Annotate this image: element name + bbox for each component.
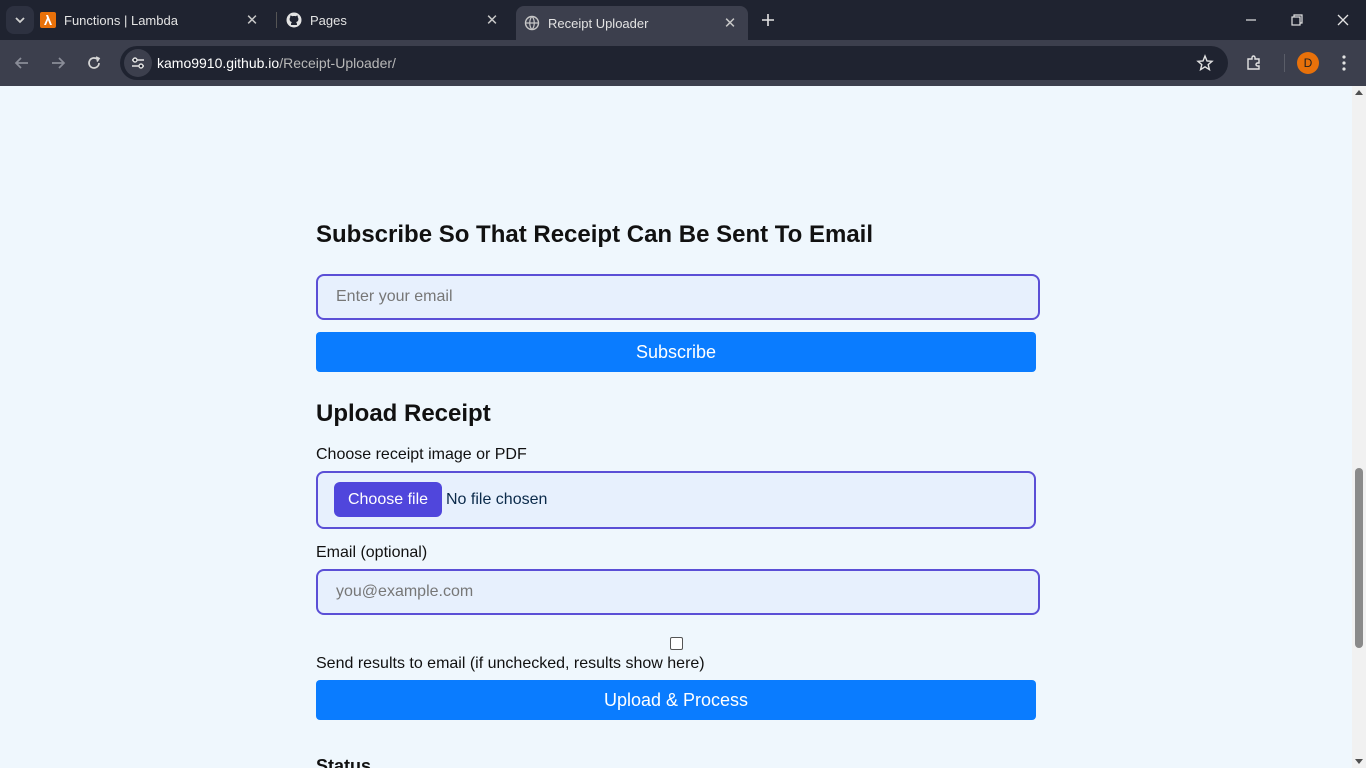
url-host: kamo9910.github.io <box>157 55 280 71</box>
tab-title: Pages <box>310 12 347 28</box>
browser-toolbar: kamo9910.github.io/Receipt-Uploader/ D <box>0 40 1366 86</box>
restore-icon <box>1291 14 1303 26</box>
extensions-icon[interactable] <box>1242 51 1266 75</box>
minimize-button[interactable] <box>1228 0 1274 40</box>
url-path: /Receipt-Uploader/ <box>279 55 396 71</box>
profile-avatar[interactable]: D <box>1297 52 1319 74</box>
restore-button[interactable] <box>1274 0 1320 40</box>
scroll-down-arrow-icon[interactable] <box>1355 759 1363 764</box>
file-input[interactable]: Choose file No file chosen <box>316 471 1036 529</box>
tab-search-button[interactable] <box>6 6 34 34</box>
tab-receipt-uploader[interactable]: Receipt Uploader ✕ <box>516 6 748 40</box>
tab-title: Receipt Uploader <box>548 15 649 31</box>
scroll-thumb[interactable] <box>1355 468 1363 648</box>
tab-strip: Functions | Lambda ✕ Pages ✕ Receipt Upl… <box>0 0 1366 40</box>
plus-icon <box>762 14 774 26</box>
forward-button[interactable] <box>44 49 72 77</box>
upload-heading: Upload Receipt <box>316 400 491 427</box>
no-file-text: No file chosen <box>446 491 548 508</box>
arrow-right-icon <box>52 57 66 69</box>
url-text: kamo9910.github.io/Receipt-Uploader/ <box>157 55 396 71</box>
tune-icon <box>132 57 144 69</box>
reload-icon <box>88 56 101 69</box>
close-icon <box>1337 14 1349 26</box>
status-heading: Status <box>316 756 372 768</box>
close-tab-icon[interactable]: ✕ <box>484 12 500 29</box>
subscribe-heading: Subscribe So That Receipt Can Be Sent To… <box>316 221 874 248</box>
upload-process-button[interactable]: Upload & Process <box>316 680 1036 720</box>
arrow-left-icon <box>14 57 28 69</box>
reload-button[interactable] <box>80 49 108 77</box>
back-button[interactable] <box>8 49 36 77</box>
minimize-icon <box>1246 19 1256 21</box>
globe-icon <box>524 15 540 31</box>
tab-title: Functions | Lambda <box>64 12 178 28</box>
page-scrollbar[interactable] <box>1352 86 1366 768</box>
tab-pages[interactable]: Pages ✕ <box>278 0 510 40</box>
tab-functions-lambda[interactable]: Functions | Lambda ✕ <box>40 0 270 40</box>
upload-email-input[interactable] <box>316 569 1040 615</box>
site-info-button[interactable] <box>124 49 152 77</box>
bookmark-star-icon[interactable] <box>1196 54 1214 72</box>
scroll-up-arrow-icon[interactable] <box>1355 90 1363 95</box>
subscribe-email-input[interactable] <box>316 274 1040 320</box>
aws-lambda-icon <box>40 12 56 28</box>
new-tab-button[interactable] <box>756 8 780 32</box>
chevron-down-icon <box>15 17 25 24</box>
close-tab-icon[interactable]: ✕ <box>244 12 260 29</box>
page-viewport: Subscribe So That Receipt Can Be Sent To… <box>0 86 1352 768</box>
address-bar[interactable]: kamo9910.github.io/Receipt-Uploader/ <box>120 46 1228 80</box>
kebab-menu-icon[interactable] <box>1332 51 1356 75</box>
file-label: Choose receipt image or PDF <box>316 446 527 463</box>
send-email-label: Send results to email (if unchecked, res… <box>316 655 705 672</box>
email-optional-label: Email (optional) <box>316 544 428 561</box>
subscribe-button[interactable]: Subscribe <box>316 332 1036 372</box>
close-tab-icon[interactable]: ✕ <box>722 15 738 32</box>
github-icon <box>286 12 302 28</box>
close-window-button[interactable] <box>1320 0 1366 40</box>
choose-file-button[interactable]: Choose file <box>334 482 442 517</box>
send-email-checkbox[interactable] <box>670 637 683 650</box>
